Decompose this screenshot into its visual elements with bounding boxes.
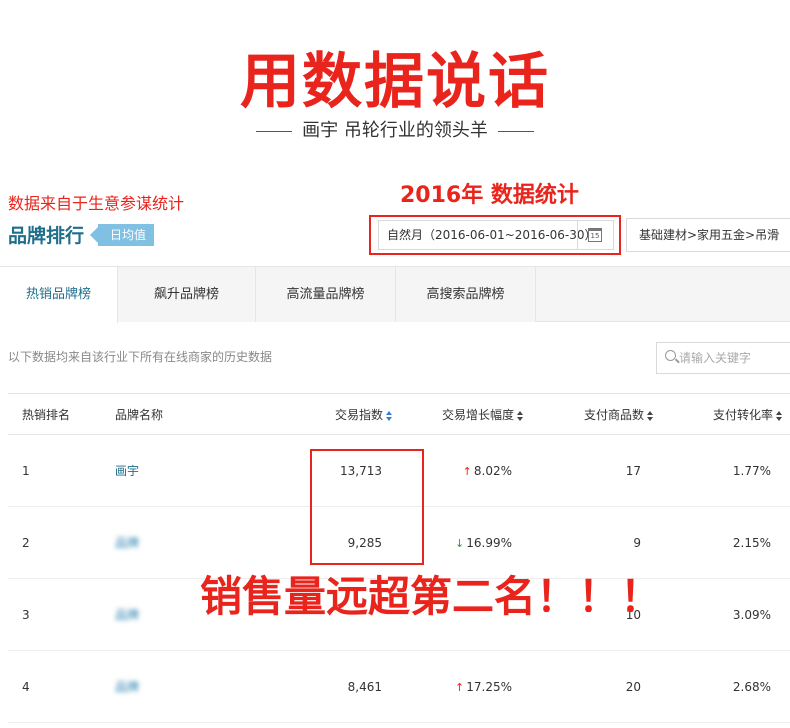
page-title: 品牌排行 [8,225,85,247]
tab-hot-brands[interactable]: 热销品牌榜 [0,267,118,323]
col-rank: 热销排名 [22,408,71,422]
arrow-up-icon: ↑ [462,465,472,478]
table-row: 4 品牌 8,461 ↑ 17.25% 20 2.68% [8,651,790,723]
divider-right [497,130,534,132]
sort-icon [386,410,393,421]
col-paid-items[interactable]: 支付商品数 [584,394,654,436]
col-conversion-label: 支付转化率 [713,408,774,422]
sort-icon [517,410,524,421]
growth-value: 17.25% [466,680,512,694]
growth-cell: ↑ 8.02% [428,435,512,508]
chevron-down-icon: ﹀ [767,230,778,243]
category-select-value: 基础建材>家用五金>吊滑 [639,228,780,242]
paid-items-cell: 20 [625,680,641,694]
banner-subline-text: 画宇 吊轮行业的领头羊 [302,120,488,141]
conversion-cell: 2.15% [732,536,771,550]
search-input[interactable] [679,343,789,373]
rank-cell: 3 [22,608,30,622]
growth-cell: ↑ 17.25% [428,651,512,724]
col-brand: 品牌名称 [115,408,164,422]
col-trade-index[interactable]: 交易指数 [335,394,393,436]
calendar-icon: 15 [588,228,602,242]
ranking-tabs: 热销品牌榜 飙升品牌榜 高流量品牌榜 高搜索品牌榜 [0,266,790,323]
banner-subline: 画宇 吊轮行业的领头羊 [0,118,790,144]
trade-index-highlight-box [310,449,424,565]
tab-rising-brands[interactable]: 飙升品牌榜 [118,267,256,322]
date-range-picker[interactable]: 自然月（2016-06-01~2016-06-30） 15 [378,220,614,250]
brand-link-blurred[interactable]: 品牌 [115,651,139,723]
rank-cell: 1 [22,464,30,478]
category-select[interactable]: 基础建材>家用五金>吊滑 ﹀ [626,218,790,252]
conversion-cell: 2.68% [732,680,771,694]
date-range-text: 自然月（2016-06-01~2016-06-30） [387,228,597,242]
rank-cell: 2 [22,536,30,550]
col-conversion[interactable]: 支付转化率 [713,394,783,436]
col-growth-label: 交易增长幅度 [442,408,515,422]
banner-headline: 用数据说话 [240,47,550,117]
brand-link-blurred[interactable]: 品牌 [115,507,139,579]
daily-average-tag: 日均值 [89,224,155,246]
sort-icon [776,410,783,421]
brand-link-blurred[interactable]: 品牌 [115,579,139,651]
conversion-cell: 3.09% [732,608,771,622]
paid-items-cell: 17 [625,464,641,478]
tab-traffic-brands[interactable]: 高流量品牌榜 [256,267,396,322]
source-note: 数据来自于生意参谋统计 [8,194,185,213]
promo-overlay-text: 销售量远超第二名！！！ [200,572,663,621]
growth-value: 16.99% [466,536,512,550]
table-header: 热销排名 品牌名称 交易指数 交易增长幅度 支付商品数 支付转化率 [8,393,790,435]
conversion-cell: 1.77% [732,464,771,478]
growth-value: 8.02% [473,464,512,478]
col-trade-index-label: 交易指数 [335,408,384,422]
brand-link[interactable]: 画宇 [115,435,139,507]
trade-index-cell: 8,461 [347,680,382,694]
year-note: 2016年 数据统计 [400,183,579,208]
search-box [656,342,790,374]
divider-left [256,130,293,132]
rank-cell: 4 [22,680,30,694]
sort-icon [647,410,654,421]
tab-search-brands[interactable]: 高搜索品牌榜 [396,267,536,322]
search-icon [665,350,676,361]
arrow-down-icon: ↓ [455,537,465,550]
data-note: 以下数据均来自该行业下所有在线商家的历史数据 [8,350,273,364]
col-paid-items-label: 支付商品数 [584,408,645,422]
col-growth[interactable]: 交易增长幅度 [442,394,524,436]
arrow-up-icon: ↑ [455,681,465,694]
calendar-button[interactable]: 15 [577,221,613,249]
